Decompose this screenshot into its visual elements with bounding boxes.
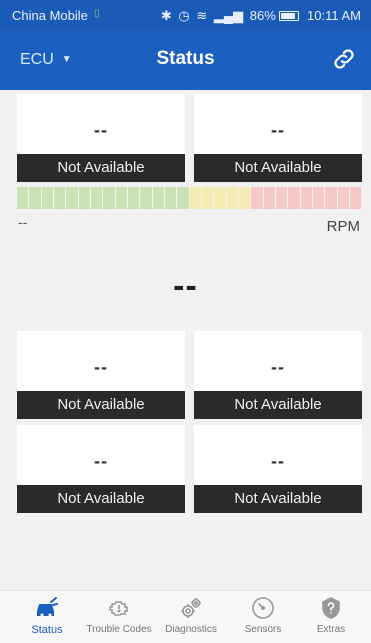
card-value: --	[94, 120, 108, 140]
nav-item-extras[interactable]: Extras	[294, 591, 368, 643]
rpm-segment-green	[177, 187, 189, 209]
rpm-segment-green	[127, 187, 140, 209]
sim-icon: ▯	[94, 8, 100, 19]
rpm-segment-green	[164, 187, 177, 209]
rpm-segment-green	[53, 187, 66, 209]
status-card: -- Not Available	[194, 331, 362, 419]
nav-item-trouble-codes[interactable]: Trouble Codes	[82, 591, 156, 643]
nav-label: Status	[31, 624, 63, 636]
rpm-segment-green	[78, 187, 90, 209]
rpm-segment-red	[312, 187, 325, 209]
engine-icon	[109, 601, 128, 616]
rpm-segment-green	[115, 187, 127, 209]
status-card: -- Not Available	[17, 425, 185, 513]
status-icons: ✱ ◷ ≋ ▂▄▆ 86% 10:11 AM	[161, 8, 361, 24]
wifi-icon: ≋	[196, 8, 208, 23]
rpm-segment-green	[152, 187, 164, 209]
signal-icon: ▂▄▆	[213, 8, 244, 23]
gauge-icon	[252, 597, 274, 619]
rpm-segment-green	[66, 187, 78, 209]
rpm-segment-yellow	[214, 187, 226, 209]
status-card: -- Not Available	[17, 94, 185, 182]
nav-label: Diagnostics	[165, 624, 217, 635]
rpm-segment-red	[263, 187, 275, 209]
card-label: Not Available	[194, 485, 362, 513]
rpm-segment-yellow	[238, 187, 251, 209]
app-bar: ECU ▼ Status	[0, 30, 371, 90]
carrier-name: China Mobile	[12, 8, 88, 23]
card-value: --	[94, 357, 108, 377]
gears-icon	[181, 598, 201, 618]
extras-icon	[322, 597, 340, 619]
rpm-segment-red	[325, 187, 337, 209]
rpm-segment-green	[17, 187, 29, 209]
battery-percent: 86%	[249, 8, 276, 23]
rpm-segment-green	[90, 187, 103, 209]
rpm-segment-red	[337, 187, 349, 209]
status-card: -- Not Available	[17, 331, 185, 419]
alarm-icon: ◷	[178, 8, 190, 23]
nav-item-diagnostics[interactable]: Diagnostics	[154, 591, 228, 643]
rpm-segment-red	[251, 187, 263, 209]
status-card: -- Not Available	[194, 94, 362, 182]
link-icon[interactable]	[331, 46, 357, 72]
status-card: -- Not Available	[194, 425, 362, 513]
card-label: Not Available	[194, 154, 362, 182]
rpm-unit-label: RPM	[326, 218, 360, 235]
nav-item-sensors[interactable]: Sensors	[226, 591, 300, 643]
battery-icon	[279, 11, 300, 21]
rpm-value: --	[173, 267, 198, 305]
card-label: Not Available	[194, 391, 362, 419]
nav-item-status[interactable]: Status	[10, 591, 84, 643]
card-label: Not Available	[17, 485, 185, 513]
rpm-segment-red	[288, 187, 300, 209]
rpm-segment-yellow	[226, 187, 238, 209]
rpm-segment-yellow	[201, 187, 214, 209]
rpm-value-small: --	[18, 214, 28, 230]
card-value: --	[271, 357, 285, 377]
bluetooth-icon: ✱	[160, 8, 172, 23]
card-value: --	[271, 451, 285, 471]
bottom-navigation: Status Trouble Codes Diagnostics Sensors…	[0, 590, 371, 643]
rpm-segment-green	[140, 187, 152, 209]
system-status-bar: China Mobile ▯ ✱ ◷ ≋ ▂▄▆ 86% 10:11 AM	[0, 0, 371, 30]
card-label: Not Available	[17, 391, 185, 419]
nav-label: Sensors	[244, 624, 282, 635]
rpm-segment-green	[41, 187, 53, 209]
card-label: Not Available	[17, 154, 185, 182]
nav-label: Extras	[316, 624, 346, 635]
car-status-icon	[37, 597, 58, 617]
clock: 10:11 AM	[307, 8, 361, 23]
rpm-segment-red	[275, 187, 288, 209]
card-value: --	[94, 451, 108, 471]
rpm-segment-green	[103, 187, 115, 209]
page-title: Status	[156, 48, 215, 69]
rpm-segment-yellow	[189, 187, 201, 209]
rpm-gauge-bar	[17, 187, 362, 209]
rpm-segment-red	[349, 187, 362, 209]
nav-label: Trouble Codes	[86, 624, 152, 635]
rpm-segment-red	[300, 187, 312, 209]
card-value: --	[271, 120, 285, 140]
rpm-segment-green	[29, 187, 41, 209]
